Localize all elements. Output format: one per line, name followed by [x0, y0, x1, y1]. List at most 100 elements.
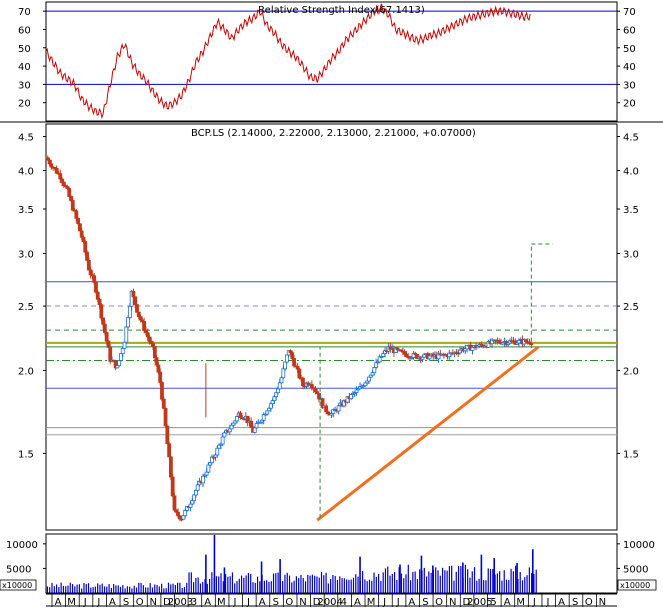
- volume-bar-spike: [462, 562, 464, 593]
- volume-bar: [302, 578, 304, 593]
- volume-bar: [492, 569, 494, 593]
- volume-bar-spike: [399, 564, 401, 593]
- stock-chart: 20 20 30 30 40 40 50 50 60 60 70 70 Relative Strengt…: [0, 0, 663, 608]
- volume-bar: [430, 572, 432, 593]
- volume-bar: [357, 576, 359, 593]
- candle-body: [268, 403, 273, 409]
- volume-bar-spike: [279, 559, 281, 593]
- volume-bar: [172, 583, 174, 593]
- candle-body: [122, 341, 127, 349]
- volume-bar: [154, 584, 156, 593]
- price-title: BCP.LS (2.14000, 2.22000, 2.13000, 2.210…: [191, 128, 476, 139]
- candle-body: [217, 444, 221, 449]
- volume-bar: [314, 575, 316, 593]
- volume-bar: [188, 572, 190, 593]
- candle-body: [201, 475, 205, 484]
- x-axis-label: A: [55, 597, 62, 607]
- volume-bar-spike: [420, 555, 423, 593]
- volume-bar: [231, 572, 234, 593]
- x-axis-label: S: [273, 597, 279, 607]
- x-axis-label: A: [109, 597, 116, 607]
- rsi-tick-label-right: 20: [623, 99, 636, 110]
- volume-bar: [503, 570, 505, 593]
- volume-bar: [108, 584, 110, 593]
- candle-body: [276, 388, 280, 394]
- volume-bar: [521, 580, 524, 593]
- rsi-tick-label-left: 50: [18, 44, 31, 55]
- volume-bar: [496, 573, 498, 593]
- candle-body: [147, 336, 152, 342]
- volume-bar-spike: [223, 567, 226, 593]
- volume-bar: [501, 580, 503, 593]
- candle-body: [324, 405, 329, 413]
- candle-body: [160, 382, 164, 400]
- volume-bar: [409, 580, 412, 593]
- candle-body: [297, 368, 302, 379]
- volume-bar: [140, 582, 142, 593]
- volume-bar: [119, 586, 122, 593]
- candle-body: [292, 358, 296, 367]
- candle-body: [427, 355, 432, 360]
- candle-body: [238, 412, 243, 419]
- x-axis-label: M: [516, 597, 525, 607]
- candle-body: [172, 495, 177, 511]
- candle-body: [177, 515, 182, 520]
- volume-bar: [343, 578, 345, 593]
- volume-bar: [165, 588, 167, 593]
- volume-bar: [122, 585, 124, 593]
- price-tick-label-right: 1.5: [623, 449, 639, 460]
- volume-bar-spike: [493, 558, 496, 593]
- volume-bar: [78, 584, 81, 593]
- volume-bar: [505, 579, 508, 593]
- candle-body: [372, 367, 377, 374]
- volume-bar: [437, 570, 439, 593]
- candle-body: [235, 416, 239, 422]
- volume-bar: [156, 585, 158, 593]
- volume-bar: [471, 571, 473, 593]
- price-tick-label-left: 2.0: [18, 366, 34, 377]
- volume-bar: [330, 579, 332, 593]
- volume-bar: [145, 587, 147, 593]
- candle-body: [104, 332, 109, 342]
- rsi-tick-label-left: 60: [18, 25, 31, 36]
- volume-bar: [396, 579, 398, 593]
- volume-bar: [403, 578, 405, 593]
- volume-bar: [243, 577, 245, 593]
- volume-bar: [227, 576, 229, 593]
- volume-bar: [74, 586, 76, 593]
- rsi-tick-label-left: 70: [18, 7, 31, 18]
- volume-bar: [309, 575, 311, 593]
- volume-bar: [206, 583, 208, 593]
- candle-body: [313, 388, 318, 393]
- candle-body: [142, 321, 147, 331]
- volume-bar: [293, 580, 295, 593]
- volume-bar: [193, 582, 195, 593]
- candle-body: [169, 456, 173, 478]
- x-axis-label: O: [585, 597, 593, 607]
- volume-bar: [380, 581, 382, 593]
- price-tick-label-left: 3.5: [18, 205, 34, 216]
- candle-body: [102, 323, 107, 333]
- volume-bar: [393, 571, 396, 593]
- candle-body: [58, 173, 63, 180]
- candle-body: [227, 428, 232, 433]
- volume-bar: [208, 578, 211, 593]
- volume-bar: [300, 574, 302, 593]
- volume-bar: [83, 583, 85, 593]
- volume-bar: [55, 584, 58, 593]
- volume-bar: [439, 575, 441, 593]
- volume-bar: [478, 578, 480, 593]
- volume-bar: [138, 582, 140, 593]
- candle-body: [94, 281, 98, 293]
- candle-body: [167, 443, 172, 458]
- price-tick-label-right: 3.0: [623, 249, 639, 260]
- price-tick-label-left: 4.0: [18, 167, 34, 178]
- x-axis-label: J: [246, 597, 250, 607]
- volume-bar: [485, 580, 487, 593]
- x-axis-label: 2003: [168, 597, 193, 607]
- volume-bar: [391, 574, 393, 593]
- candle-body: [156, 364, 161, 373]
- volume-bar: [483, 580, 485, 593]
- volume-bar: [332, 575, 334, 593]
- volume-bar: [199, 583, 202, 593]
